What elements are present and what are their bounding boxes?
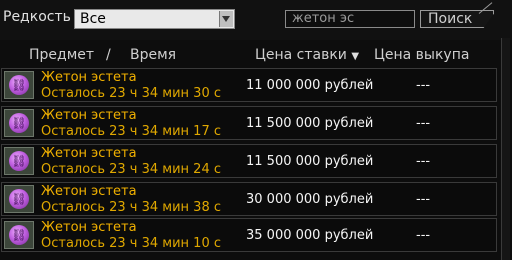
item-time-left: Осталось 23 ч 34 мин 24 с — [41, 162, 221, 177]
bid-price: 11 000 000 рублей — [246, 78, 374, 93]
item-name: Жетон эстета — [41, 146, 137, 161]
column-header-separator: / — [106, 47, 111, 63]
buyout-price: --- — [416, 154, 431, 169]
search-button[interactable]: Поиск — [420, 10, 494, 28]
rarity-select[interactable]: Все — [74, 9, 235, 29]
scrollbar[interactable] — [501, 38, 510, 260]
buyout-price: --- — [416, 228, 431, 243]
item-time-left: Осталось 23 ч 34 мин 17 с — [41, 124, 221, 139]
column-header-bid[interactable]: Цена ставки ▼ — [255, 47, 359, 63]
item-slot[interactable]: ⛓ — [4, 185, 34, 213]
rarity-select-value: Все — [80, 11, 106, 27]
column-header-time[interactable]: Время — [130, 47, 176, 63]
aesthete-token-icon: ⛓ — [9, 225, 29, 245]
aesthete-token-icon: ⛓ — [9, 75, 29, 95]
item-name: Жетон эстета — [41, 184, 137, 199]
item-time-left: Осталось 23 ч 34 мин 30 с — [41, 86, 221, 101]
item-time-left: Осталось 23 ч 34 мин 38 с — [41, 200, 221, 215]
aesthete-token-icon: ⛓ — [9, 151, 29, 171]
table-header: Предмет / Время Цена ставки ▼ Цена выкуп… — [0, 47, 500, 67]
table-row[interactable]: ⛓ Жетон эстета Осталось 23 ч 34 мин 24 с… — [1, 144, 497, 178]
buyout-price: --- — [416, 192, 431, 207]
buyout-price: --- — [416, 116, 431, 131]
search-input[interactable]: жетон эс — [285, 10, 415, 28]
item-name: Жетон эстета — [41, 108, 137, 123]
item-slot[interactable]: ⛓ — [4, 147, 34, 175]
table-row[interactable]: ⛓ Жетон эстета Осталось 23 ч 34 мин 30 с… — [1, 68, 497, 102]
bid-price: 35 000 000 рублей — [246, 228, 374, 243]
column-header-item[interactable]: Предмет — [29, 47, 94, 63]
table-row[interactable]: ⛓ Жетон эстета Осталось 23 ч 34 мин 17 с… — [1, 106, 497, 140]
column-header-bid-label: Цена ставки — [255, 47, 347, 63]
bid-price: 30 000 000 рублей — [246, 192, 374, 207]
bid-price: 11 500 000 рублей — [246, 116, 374, 131]
item-slot[interactable]: ⛓ — [4, 109, 34, 137]
column-header-buyout[interactable]: Цена выкупа — [374, 47, 469, 63]
item-name: Жетон эстета — [41, 220, 137, 235]
item-slot[interactable]: ⛓ — [4, 71, 34, 99]
chevron-down-icon[interactable] — [219, 11, 233, 27]
aesthete-token-icon: ⛓ — [9, 189, 29, 209]
filter-bar: Редкость Все жетон эс Поиск — [0, 0, 512, 40]
table-row[interactable]: ⛓ Жетон эстета Осталось 23 ч 34 мин 10 с… — [1, 218, 497, 252]
item-time-left: Осталось 23 ч 34 мин 10 с — [41, 236, 221, 251]
table-row[interactable]: ⛓ Жетон эстета Осталось 23 ч 34 мин 38 с… — [1, 182, 497, 216]
item-slot[interactable]: ⛓ — [4, 221, 34, 249]
bid-price: 11 500 000 рублей — [246, 154, 374, 169]
aesthete-token-icon: ⛓ — [9, 113, 29, 133]
sort-down-icon: ▼ — [351, 51, 360, 62]
rarity-label: Редкость — [3, 9, 71, 25]
buyout-price: --- — [416, 78, 431, 93]
item-name: Жетон эстета — [41, 70, 137, 85]
